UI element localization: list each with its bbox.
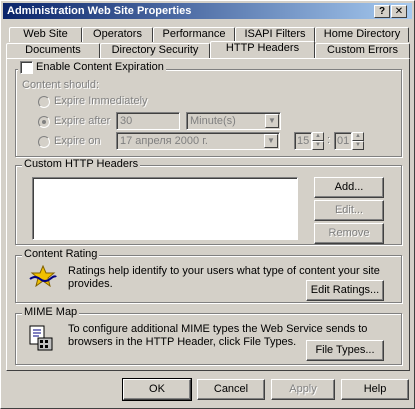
content-expiration-group: Enable Content Expiration Content should… <box>15 61 402 157</box>
properties-dialog: Administration Web Site Properties ? ✕ W… <box>0 0 415 409</box>
file-types-button[interactable]: File Types... <box>306 340 384 361</box>
ratings-icon <box>29 265 57 287</box>
cancel-button[interactable]: Cancel <box>197 379 265 400</box>
content-rating-label: Content Rating <box>22 248 100 260</box>
remove-header-button[interactable]: Remove <box>314 223 384 244</box>
enable-content-expiration-label[interactable]: Enable Content Expiration <box>36 61 164 73</box>
apply-button[interactable]: Apply <box>271 379 335 400</box>
tab-performance[interactable]: Performance <box>153 27 235 42</box>
expire-immediately-label: Expire Immediately <box>54 95 148 107</box>
edit-ratings-button[interactable]: Edit Ratings... <box>306 280 384 301</box>
calendar-dropdown-icon[interactable]: ▼ <box>264 134 278 148</box>
mime-map-label: MIME Map <box>22 306 80 318</box>
expire-after-label: Expire after <box>54 115 111 127</box>
expire-after-unit-select[interactable]: Minute(s) ▼ <box>186 112 281 130</box>
minute-up-icon[interactable]: ▲ <box>352 132 364 141</box>
expire-after-unit-value: Minute(s) <box>190 115 236 127</box>
expire-on-date-picker[interactable]: 17 апреля 2000 г. ▼ <box>116 132 280 150</box>
expire-on-radio[interactable] <box>38 136 50 148</box>
mime-map-group: MIME Map To configure additional MIME ty… <box>15 306 402 365</box>
title-bar: Administration Web Site Properties ? ✕ <box>3 3 412 19</box>
tab-http-headers[interactable]: HTTP Headers <box>210 41 315 58</box>
tab-home-directory[interactable]: Home Directory <box>315 27 409 42</box>
enable-content-expiration-checkbox[interactable] <box>20 61 33 74</box>
help-icon[interactable]: ? <box>374 5 390 18</box>
http-headers-panel: Enable Content Expiration Content should… <box>6 58 410 371</box>
content-should-label: Content should: <box>22 79 100 91</box>
close-icon[interactable]: ✕ <box>391 5 407 18</box>
expire-after-value-input[interactable]: 30 <box>116 112 180 130</box>
edit-header-button[interactable]: Edit... <box>314 200 384 221</box>
window-title: Administration Web Site Properties <box>7 5 192 17</box>
expire-immediately-radio[interactable] <box>38 96 50 108</box>
tab-operators[interactable]: Operators <box>82 27 153 42</box>
custom-http-headers-group: Custom HTTP Headers Add... Edit... Remov… <box>15 158 402 245</box>
custom-headers-list[interactable] <box>32 177 298 240</box>
expire-on-hour-input[interactable]: 15 <box>294 132 312 150</box>
hour-down-icon[interactable]: ▼ <box>312 141 324 150</box>
help-button[interactable]: Help <box>341 379 409 400</box>
expire-on-date-value: 17 апреля 2000 г. <box>120 135 208 147</box>
minute-down-icon[interactable]: ▼ <box>352 141 364 150</box>
minute-spinner[interactable]: ▲ ▼ <box>352 132 364 150</box>
chevron-down-icon[interactable]: ▼ <box>265 114 279 128</box>
tab-isapi-filters[interactable]: ISAPI Filters <box>235 27 315 42</box>
tab-documents[interactable]: Documents <box>6 43 100 58</box>
content-rating-group: Content Rating Ratings help identify to … <box>15 248 402 303</box>
tab-web-site[interactable]: Web Site <box>9 27 82 42</box>
hour-up-icon[interactable]: ▲ <box>312 132 324 141</box>
hour-spinner[interactable]: ▲ ▼ <box>312 132 324 150</box>
expire-on-minute-input[interactable]: 01 <box>334 132 352 150</box>
expire-after-radio[interactable] <box>38 116 50 128</box>
file-types-icon <box>29 325 53 351</box>
ok-button[interactable]: OK <box>122 378 192 401</box>
expire-on-label: Expire on <box>54 135 101 147</box>
add-header-button[interactable]: Add... <box>314 177 384 198</box>
tab-custom-errors[interactable]: Custom Errors <box>315 43 410 58</box>
time-separator: : <box>327 134 331 146</box>
custom-http-headers-label: Custom HTTP Headers <box>22 158 141 170</box>
content-expiration-header: Enable Content Expiration <box>18 61 166 74</box>
tab-directory-security[interactable]: Directory Security <box>100 43 210 58</box>
